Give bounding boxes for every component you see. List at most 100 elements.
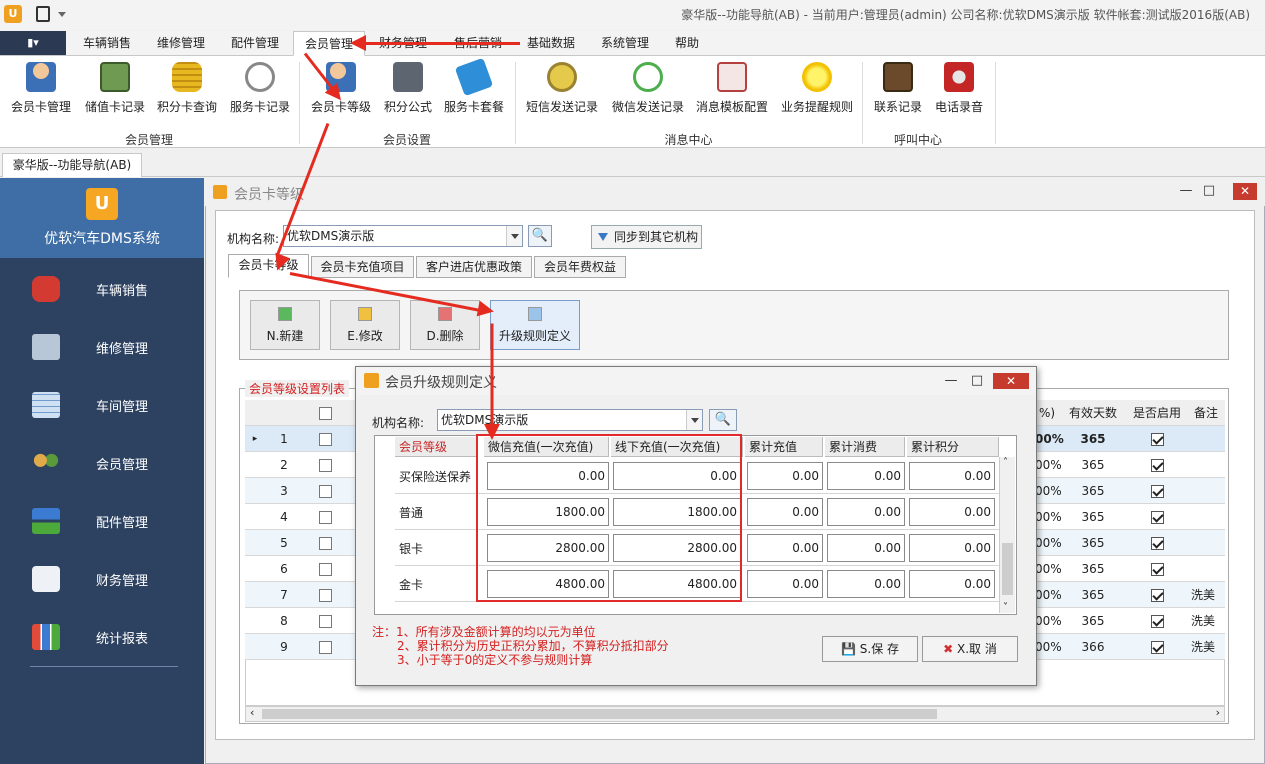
sidebar-item-member[interactable]: 会员管理 [0, 436, 204, 494]
rule-total-consume-field[interactable]: 0.00 [827, 534, 905, 562]
menu-help[interactable]: 帮助 [664, 31, 710, 56]
row-checkbox[interactable] [311, 530, 339, 556]
row-checkbox[interactable] [311, 452, 339, 478]
sidebar-divider [30, 666, 178, 667]
row-enabled-checkbox[interactable] [1125, 530, 1189, 556]
business-reminder-button[interactable]: 业务提醒规则 [776, 60, 858, 122]
wrench-icon [32, 334, 60, 360]
stored-card-record-button[interactable]: 储值卡记录 [80, 60, 150, 122]
cancel-button[interactable]: ✖ X.取 消 [922, 636, 1018, 662]
rule-total-recharge-field[interactable]: 0.00 [747, 570, 823, 598]
chevron-down-icon[interactable] [506, 226, 522, 246]
menu-repair[interactable]: 维修管理 [146, 31, 216, 56]
dialog-maximize-icon[interactable]: □ [966, 372, 988, 390]
row-pct: 00% [1035, 536, 1062, 550]
row-checkbox[interactable] [311, 478, 339, 504]
close-icon[interactable]: ✕ [1233, 183, 1257, 200]
chevron-down-icon[interactable] [686, 410, 702, 430]
row-enabled-checkbox[interactable] [1125, 634, 1189, 660]
contact-record-button[interactable]: 联系记录 [870, 60, 926, 122]
row-enabled-checkbox[interactable] [1125, 582, 1189, 608]
menu-parts[interactable]: 配件管理 [220, 31, 290, 56]
wechat-record-button[interactable]: 微信发送记录 [608, 60, 688, 122]
rule-total-points-field[interactable]: 0.00 [909, 570, 995, 598]
service-card-record-button[interactable]: 服务卡记录 [224, 60, 296, 122]
row-checkbox[interactable] [311, 608, 339, 634]
org-select[interactable]: 优软DMS演示版 [283, 225, 523, 247]
scroll-left-icon[interactable]: ‹ [250, 706, 254, 719]
rule-level-name: 普通 [399, 506, 424, 520]
select-all-checkbox[interactable] [311, 400, 339, 426]
row-enabled-checkbox[interactable] [1125, 478, 1189, 504]
rule-total-consume-field[interactable]: 0.00 [827, 498, 905, 526]
rule-total-points-field[interactable]: 0.00 [909, 498, 995, 526]
rule-total-recharge-field[interactable]: 0.00 [747, 534, 823, 562]
new-button[interactable]: N.新建 [250, 300, 320, 350]
menu-basedata[interactable]: 基础数据 [515, 31, 587, 56]
window-app-icon [213, 185, 227, 199]
maximize-icon[interactable]: □ [1198, 182, 1220, 200]
row-enabled-checkbox[interactable] [1125, 426, 1189, 452]
rule-total-recharge-field[interactable]: 0.00 [747, 462, 823, 490]
row-checkbox[interactable] [311, 426, 339, 452]
upgrade-rule-button[interactable]: 升级规则定义 [490, 300, 580, 350]
service-package-button[interactable]: 服务卡套餐 [441, 57, 507, 122]
tab-store-discount[interactable]: 客户进店优惠政策 [416, 256, 532, 278]
scroll-thumb[interactable] [262, 709, 937, 719]
sidebar-item-finance[interactable]: 财务管理 [0, 552, 204, 610]
dialog-org-select[interactable]: 优软DMS演示版 [437, 409, 703, 431]
horizontal-scrollbar[interactable]: ‹ › [245, 706, 1225, 722]
dialog-vertical-scrollbar[interactable]: ˄ ˅ [999, 457, 1015, 613]
row-enabled-checkbox[interactable] [1125, 556, 1189, 582]
file-menu-button[interactable]: ▮▾ [0, 31, 66, 55]
rule-total-points-field[interactable]: 0.00 [909, 534, 995, 562]
rule-total-consume-field[interactable]: 0.00 [827, 462, 905, 490]
sidebar-item-vehicle-sales[interactable]: 车辆销售 [0, 262, 204, 320]
scroll-right-icon[interactable]: › [1216, 706, 1220, 719]
scroll-thumb[interactable] [1002, 543, 1013, 595]
search-icon[interactable]: 🔍 [528, 225, 552, 247]
minimize-icon[interactable]: — [1175, 182, 1197, 200]
menu-system[interactable]: 系统管理 [590, 31, 660, 56]
rule-total-consume-field[interactable]: 0.00 [827, 570, 905, 598]
col-total-consume: 累计消费 [825, 437, 905, 457]
row-checkbox[interactable] [311, 634, 339, 660]
dialog-close-icon[interactable]: ✕ [993, 373, 1029, 389]
sidebar-item-workshop[interactable]: 车间管理 [0, 378, 204, 436]
quick-access-icon[interactable] [36, 6, 50, 22]
edit-button[interactable]: E.修改 [330, 300, 400, 350]
sidebar-item-parts[interactable]: 配件管理 [0, 494, 204, 552]
row-enabled-checkbox[interactable] [1125, 504, 1189, 530]
points-formula-button[interactable]: 积分公式 [380, 60, 436, 122]
sync-to-other-org-button[interactable]: 同步到其它机构 [591, 225, 702, 249]
dialog-minimize-icon[interactable]: — [940, 372, 962, 390]
cancel-icon: ✖ [943, 642, 954, 656]
row-pct: 00% [1035, 510, 1062, 524]
sidebar-item-reports[interactable]: 统计报表 [0, 610, 204, 668]
rule-total-recharge-field[interactable]: 0.00 [747, 498, 823, 526]
ribbon-group-message: 消息中心 [664, 133, 713, 147]
document-tab-navigation[interactable]: 豪华版--功能导航(AB) [2, 153, 142, 177]
row-enabled-checkbox[interactable] [1125, 452, 1189, 478]
scroll-down-icon[interactable]: ˅ [1003, 602, 1008, 613]
row-enabled-checkbox[interactable] [1125, 608, 1189, 634]
sms-record-button[interactable]: 短信发送记录 [522, 60, 602, 122]
member-card-manage-button[interactable]: 会员卡管理 [6, 60, 76, 122]
row-checkbox[interactable] [311, 582, 339, 608]
row-checkbox[interactable] [311, 556, 339, 582]
rule-total-points-field[interactable]: 0.00 [909, 462, 995, 490]
row-checkbox[interactable] [311, 504, 339, 530]
points-card-query-button[interactable]: 积分卡查询 [152, 60, 222, 122]
tab-annual-fee-benefits[interactable]: 会员年费权益 [534, 256, 626, 278]
save-button[interactable]: 💾 S.保 存 [822, 636, 918, 662]
message-template-button[interactable]: 消息模板配置 [692, 60, 772, 122]
dialog-search-icon[interactable]: 🔍 [709, 409, 737, 431]
scroll-up-icon[interactable]: ˄ [1003, 457, 1008, 468]
tab-recharge-items[interactable]: 会员卡充值项目 [311, 256, 414, 278]
sidebar-item-repair[interactable]: 维修管理 [0, 320, 204, 378]
phone-recording-button[interactable]: 电话录音 [930, 60, 988, 122]
quick-access-dropdown-icon[interactable] [58, 12, 66, 17]
col-note: 备注 [1193, 406, 1218, 420]
menu-vehicle-sales[interactable]: 车辆销售 [70, 31, 144, 56]
calculator-icon [393, 62, 423, 92]
